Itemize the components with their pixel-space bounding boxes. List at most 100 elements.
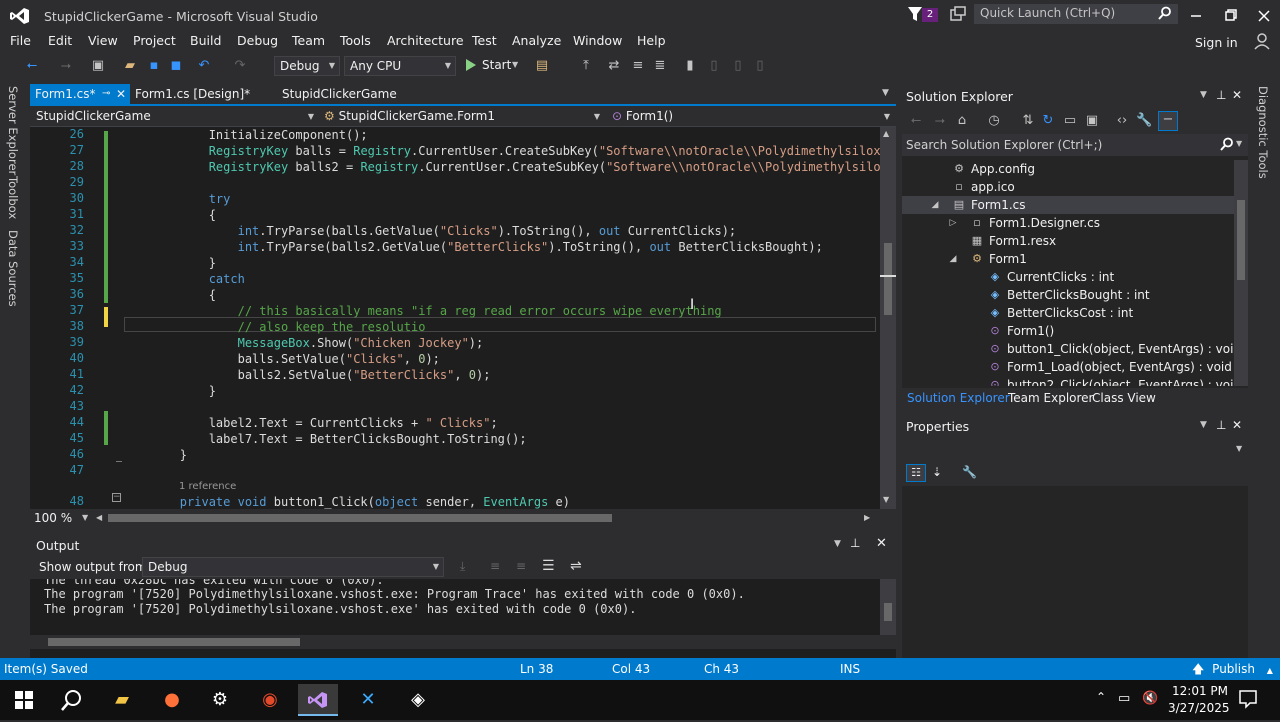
diagnostic-tools-tab[interactable]: Diagnostic Tools: [1256, 86, 1270, 179]
history-icon[interactable]: ◷: [986, 113, 1002, 129]
code-line[interactable]: balls.SetValue("Clicks", 0);: [122, 351, 440, 367]
properties-object-dropdown[interactable]: ▼: [902, 438, 1248, 460]
pin-icon[interactable]: ⊥: [1216, 418, 1226, 432]
home-icon[interactable]: ⌂: [954, 113, 970, 129]
class-dropdown[interactable]: ⚙ StupidClickerGame.Form1 ▼: [324, 107, 604, 126]
chevron-down-icon[interactable]: ▼: [1200, 90, 1207, 100]
tree-item-form1-resx[interactable]: ▦ Form1.resx: [902, 232, 1234, 250]
code-line[interactable]: label2.Text = CurrentClicks + " Clicks";: [122, 415, 498, 431]
publish-button[interactable]: 🡅 Publish ▲: [1192, 658, 1273, 682]
quick-launch-box[interactable]: Quick Launch (Ctrl+Q): [974, 4, 1178, 24]
file-explorer-icon[interactable]: ▰: [102, 684, 142, 716]
code-line[interactable]: }: [122, 447, 187, 463]
output-source-dropdown[interactable]: Debug ▼: [142, 557, 444, 577]
network-icon[interactable]: ▭: [1118, 691, 1130, 706]
code-line[interactable]: // this basically means "if a reg read e…: [122, 303, 722, 319]
restore-button[interactable]: [1218, 6, 1242, 26]
app-icon[interactable]: ✕: [348, 684, 388, 716]
preview-icon[interactable]: −: [1158, 111, 1178, 131]
back-icon[interactable]: ⭠: [24, 58, 40, 74]
account-icon[interactable]: [1252, 32, 1272, 50]
word-wrap-icon[interactable]: ⇌: [570, 558, 582, 574]
taskbar-date[interactable]: 3/27/2025: [1168, 701, 1230, 715]
tree-item-better-clicks-bought[interactable]: ◈ BetterClicksBought : int: [902, 286, 1234, 304]
code-line[interactable]: }: [122, 383, 216, 399]
feedback-icon[interactable]: [950, 6, 966, 22]
scrollbar-thumb[interactable]: [884, 243, 892, 315]
filter-icon[interactable]: [908, 6, 922, 22]
menu-team[interactable]: Team: [292, 32, 325, 52]
code-line[interactable]: // also keep the resolutio: [122, 319, 426, 335]
tree-item-better-clicks-cost[interactable]: ◈ BetterClicksCost : int: [902, 304, 1234, 322]
open-file-icon[interactable]: ▰: [122, 58, 138, 74]
platform-dropdown[interactable]: Any CPU ▼: [344, 56, 456, 76]
editor-vertical-scrollbar[interactable]: ▲ ▼: [880, 127, 896, 509]
bookmark-next-icon[interactable]: ▯: [730, 58, 746, 74]
taskbar-time[interactable]: 12:01 PM: [1172, 684, 1228, 698]
code-line[interactable]: {: [122, 287, 216, 303]
menu-help[interactable]: Help: [637, 32, 666, 52]
game-app-icon[interactable]: ◈: [398, 684, 438, 716]
attach-icon[interactable]: ▤: [534, 58, 550, 74]
zoom-level[interactable]: 100 %: [34, 511, 72, 525]
windows-start-icon[interactable]: [4, 684, 44, 716]
view-code-icon[interactable]: ‹›: [1114, 113, 1130, 129]
outdent-icon[interactable]: ≣: [652, 58, 668, 74]
output-vertical-scrollbar[interactable]: [880, 579, 896, 637]
tray-chevron-up-icon[interactable]: ⌃: [1096, 690, 1106, 704]
settings-gear-icon[interactable]: ⚙: [200, 684, 240, 716]
configuration-dropdown[interactable]: Debug ▼: [274, 56, 340, 76]
codelens-references[interactable]: 1 reference: [179, 481, 236, 492]
project-dropdown[interactable]: StupidClickerGame ▼: [36, 107, 318, 126]
code-line[interactable]: {: [122, 207, 216, 223]
indent-icon[interactable]: ≡: [630, 58, 646, 74]
prev-message-icon[interactable]: ≡: [490, 559, 500, 573]
properties-wrench-icon[interactable]: 🔧: [1136, 113, 1152, 129]
tab-form1-cs[interactable]: Form1.cs* ⊸ ✕: [30, 84, 130, 104]
collapsed-arrow-icon[interactable]: ▷: [946, 216, 960, 230]
output-text[interactable]: The thread 0x28bc has exited with code 0…: [30, 579, 880, 637]
solution-tree-scrollbar[interactable]: [1234, 160, 1248, 386]
clear-all-icon[interactable]: ☰: [542, 558, 555, 574]
next-message-icon[interactable]: ≡: [516, 559, 526, 573]
server-explorer-tab[interactable]: Server Explorer: [6, 86, 20, 175]
menu-test[interactable]: Test: [472, 32, 497, 52]
categorized-icon[interactable]: ☷: [906, 464, 926, 482]
brave-browser-icon[interactable]: ◉: [250, 684, 290, 716]
data-sources-tab[interactable]: Data Sources: [6, 230, 20, 307]
code-line[interactable]: RegistryKey balls2 = Registry.CurrentUse…: [122, 159, 880, 175]
alphabetical-icon[interactable]: ⇣: [932, 465, 942, 479]
tree-item-form1-class[interactable]: ◢ ⚙ Form1: [902, 250, 1234, 268]
find-message-icon[interactable]: ⤓: [460, 559, 465, 574]
menu-window[interactable]: Window: [573, 32, 622, 52]
save-icon[interactable]: ▪: [146, 58, 162, 74]
menu-project[interactable]: Project: [133, 32, 176, 52]
output-horizontal-scrollbar[interactable]: [30, 635, 896, 649]
scroll-left-icon[interactable]: ◀: [96, 513, 102, 522]
menu-analyze[interactable]: Analyze: [512, 32, 561, 52]
tab-solution-explorer[interactable]: Solution Explorer: [907, 391, 1010, 405]
redo-icon[interactable]: ↷: [232, 58, 248, 74]
tree-item-current-clicks[interactable]: ◈ CurrentClicks : int: [902, 268, 1234, 286]
start-button[interactable]: Start ▼: [462, 56, 522, 76]
menu-view[interactable]: View: [88, 32, 118, 52]
close-button[interactable]: [1252, 6, 1276, 26]
bookmark-prev-icon[interactable]: ▯: [706, 58, 722, 74]
tree-item-form1-load[interactable]: ⊙ Form1_Load(object, EventArgs) : void: [902, 358, 1234, 376]
bookmark-clear-icon[interactable]: ▯: [752, 58, 768, 74]
code-editor[interactable]: − 26 InitializeComponent(); 27 RegistryKe…: [30, 127, 880, 509]
volume-muted-icon[interactable]: 🔇: [1142, 691, 1158, 706]
close-icon[interactable]: ✕: [876, 536, 887, 551]
horizontal-scrollbar-thumb[interactable]: [108, 514, 612, 522]
sync-icon[interactable]: ⇅: [1020, 113, 1036, 129]
tree-item-app-ico[interactable]: ▫ app.ico: [902, 178, 1234, 196]
tree-item-button2-click[interactable]: ⊙ button2_Click(object, EventArgs) : voi…: [902, 376, 1234, 386]
scroll-down-icon[interactable]: ▼: [883, 495, 889, 504]
chevron-down-icon[interactable]: ▼: [834, 539, 841, 549]
notifications-icon[interactable]: [1238, 689, 1258, 709]
pin-icon[interactable]: ⊸: [102, 84, 110, 104]
toggle-icon[interactable]: ⇄: [606, 58, 622, 74]
tab-class-view[interactable]: Class View: [1092, 391, 1156, 405]
minimize-button[interactable]: [1184, 6, 1208, 26]
menu-build[interactable]: Build: [190, 32, 221, 52]
